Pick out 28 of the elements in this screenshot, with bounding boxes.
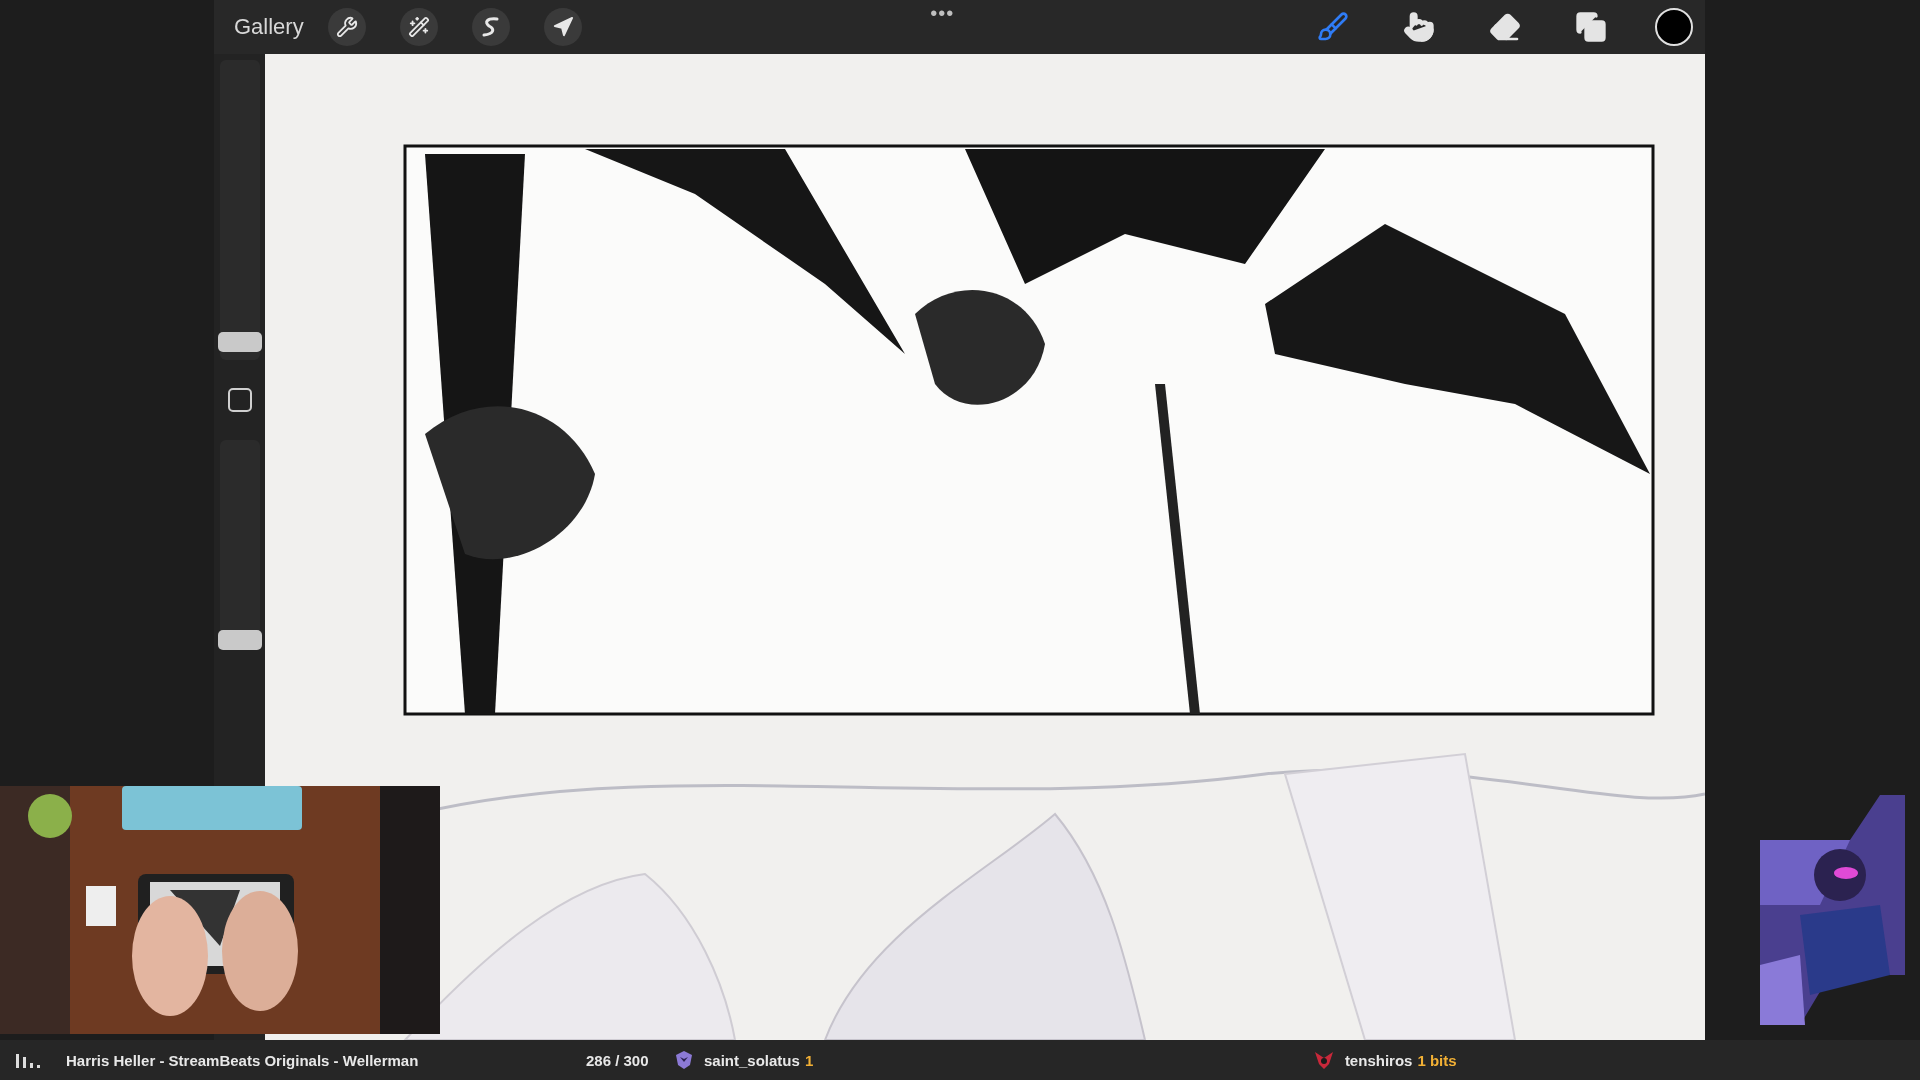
wrench-icon xyxy=(335,16,358,38)
shield-icon xyxy=(674,1050,694,1070)
color-swatch[interactable] xyxy=(1655,8,1693,46)
slider-thumb[interactable] xyxy=(217,630,262,650)
goal-counter: 286 / 300 xyxy=(586,1051,650,1069)
stacked-squares-icon xyxy=(1575,11,1607,43)
brush-icon xyxy=(1317,11,1349,43)
cheer-name: tenshiros xyxy=(1344,1051,1413,1069)
eraser-icon xyxy=(1489,11,1521,43)
opacity-slider[interactable] xyxy=(219,440,260,650)
tool-button[interactable] xyxy=(327,8,366,46)
tool-button[interactable] xyxy=(399,8,438,46)
now-playing-text: Harris Heller - StreamBeats Originals - Wellerman xyxy=(66,1051,420,1069)
s-curve-icon xyxy=(480,16,501,38)
arrow-icon xyxy=(551,16,574,38)
modify-button[interactable] xyxy=(227,388,252,412)
crest-icon xyxy=(1312,1050,1335,1070)
subscriber-count: 1 xyxy=(804,1051,815,1069)
cheer-amount: 1 bits xyxy=(1417,1051,1457,1069)
slider-thumb[interactable] xyxy=(217,331,262,352)
tool-button[interactable] xyxy=(471,8,510,46)
size-slider[interactable] xyxy=(219,60,260,360)
magic-wand-icon xyxy=(407,16,430,38)
pointing-hand-icon xyxy=(1403,11,1435,43)
gallery-link[interactable]: Gallery xyxy=(234,14,304,40)
tool-button[interactable] xyxy=(543,8,582,46)
subscriber-name: saint_solatus xyxy=(704,1051,800,1069)
more-menu[interactable]: ••• xyxy=(930,3,955,23)
